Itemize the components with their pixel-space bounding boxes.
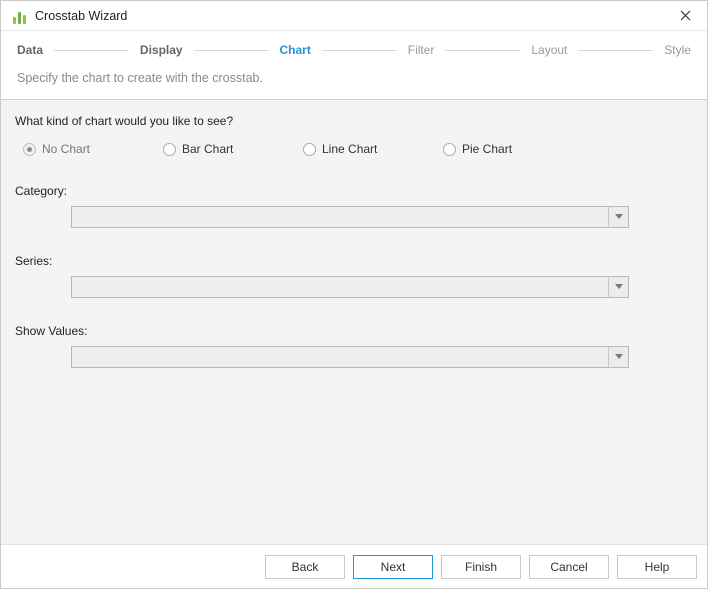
field-series: Series: <box>15 254 693 298</box>
wizard-steps: Data Display Chart Filter Layout Style <box>15 41 693 59</box>
crosstab-wizard-dialog: Crosstab Wizard Data Display Chart Filte… <box>0 0 708 589</box>
combo-button-series[interactable] <box>608 277 628 297</box>
wizard-header: Data Display Chart Filter Layout Style S… <box>1 31 707 100</box>
combo-show-values[interactable] <box>71 346 629 368</box>
help-button[interactable]: Help <box>617 555 697 579</box>
chart-type-radios: No Chart Bar Chart Line Chart Pie Chart <box>23 142 693 156</box>
step-separator <box>54 50 129 51</box>
combo-value-series <box>72 277 608 297</box>
next-button[interactable]: Next <box>353 555 433 579</box>
step-layout[interactable]: Layout <box>529 43 569 57</box>
radio-label-line-chart: Line Chart <box>322 142 377 156</box>
step-display[interactable]: Display <box>138 43 185 57</box>
radio-label-no-chart: No Chart <box>42 142 90 156</box>
step-style[interactable]: Style <box>662 43 693 57</box>
step-chart[interactable]: Chart <box>278 43 313 57</box>
app-bars-icon <box>11 8 27 24</box>
wizard-body: What kind of chart would you like to see… <box>1 100 707 544</box>
close-icon <box>680 10 691 21</box>
radio-icon <box>303 143 316 156</box>
combo-button-category[interactable] <box>608 207 628 227</box>
radio-label-pie-chart: Pie Chart <box>462 142 512 156</box>
step-separator <box>194 50 269 51</box>
step-separator <box>445 50 520 51</box>
chevron-down-icon <box>615 284 623 290</box>
step-filter[interactable]: Filter <box>406 43 437 57</box>
window-title: Crosstab Wizard <box>35 9 127 23</box>
combo-series[interactable] <box>71 276 629 298</box>
combo-value-show-values <box>72 347 608 367</box>
finish-button[interactable]: Finish <box>441 555 521 579</box>
titlebar: Crosstab Wizard <box>1 1 707 31</box>
radio-icon <box>163 143 176 156</box>
radio-bar-chart[interactable]: Bar Chart <box>163 142 303 156</box>
step-separator <box>322 50 397 51</box>
step-separator <box>578 50 653 51</box>
label-category: Category: <box>15 184 693 198</box>
radio-label-bar-chart: Bar Chart <box>182 142 233 156</box>
back-button[interactable]: Back <box>265 555 345 579</box>
combo-category[interactable] <box>71 206 629 228</box>
close-button[interactable] <box>671 6 699 26</box>
label-series: Series: <box>15 254 693 268</box>
wizard-footer: Back Next Finish Cancel Help <box>1 544 707 588</box>
chart-type-question: What kind of chart would you like to see… <box>15 114 693 128</box>
radio-line-chart[interactable]: Line Chart <box>303 142 443 156</box>
step-data[interactable]: Data <box>15 43 45 57</box>
combo-button-show-values[interactable] <box>608 347 628 367</box>
cancel-button[interactable]: Cancel <box>529 555 609 579</box>
chevron-down-icon <box>615 354 623 360</box>
radio-pie-chart[interactable]: Pie Chart <box>443 142 583 156</box>
field-show-values: Show Values: <box>15 324 693 368</box>
field-category: Category: <box>15 184 693 228</box>
radio-icon <box>443 143 456 156</box>
radio-icon <box>23 143 36 156</box>
label-show-values: Show Values: <box>15 324 693 338</box>
radio-no-chart[interactable]: No Chart <box>23 142 163 156</box>
combo-value-category <box>72 207 608 227</box>
wizard-subtitle: Specify the chart to create with the cro… <box>15 71 693 85</box>
chevron-down-icon <box>615 214 623 220</box>
